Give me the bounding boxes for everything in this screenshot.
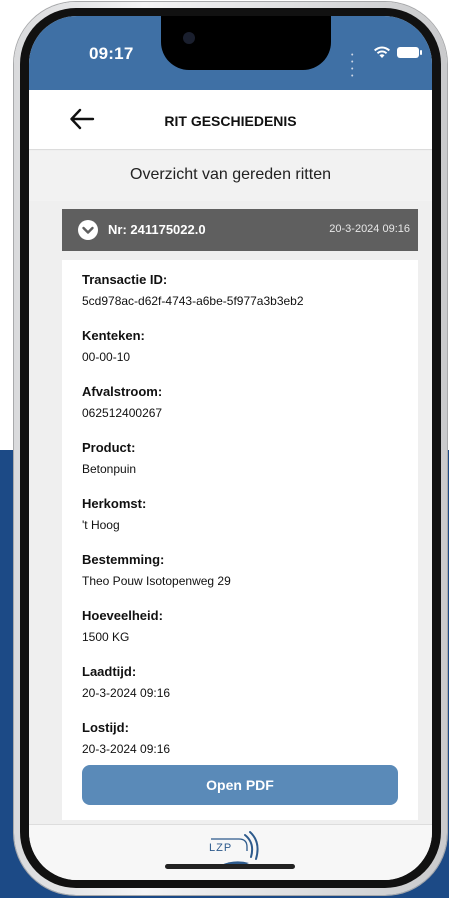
- field-value: 20-3-2024 09:16: [82, 742, 171, 756]
- camera-icon: [183, 32, 195, 44]
- nav-bar: RIT GESCHIEDENIS: [29, 90, 432, 150]
- notch: [161, 16, 331, 70]
- field-transactie-id: Transactie ID: 5cd978ac-d62f-4743-a6be-5…: [82, 272, 304, 308]
- trip-number: Nr: 241175022.0: [108, 222, 206, 237]
- status-time: 09:17: [89, 44, 134, 63]
- home-indicator: [165, 864, 295, 869]
- field-label: Bestemming:: [82, 552, 165, 567]
- footer-bar: LZP: [29, 824, 432, 880]
- field-kenteken: Kenteken: 00-00-10: [82, 328, 145, 364]
- field-label: Afvalstroom:: [82, 384, 163, 399]
- field-herkomst: Herkomst: 't Hoog: [82, 496, 146, 532]
- field-product: Product: Betonpuin: [82, 440, 136, 476]
- field-value: 20-3-2024 09:16: [82, 686, 171, 700]
- field-label: Herkomst:: [82, 496, 147, 511]
- field-value: 00-00-10: [82, 350, 131, 364]
- trip-card-header[interactable]: Nr: 241175022.0 20-3-2024 09:16: [62, 209, 418, 251]
- page-subtitle: Overzicht van gereden ritten: [130, 166, 331, 183]
- status-bar: 09:17 • • • •: [29, 16, 432, 90]
- subtitle-bar: Overzicht van gereden ritten: [29, 151, 432, 201]
- field-label: Product:: [82, 440, 136, 455]
- chevron-down-icon[interactable]: [78, 220, 98, 240]
- field-value: Betonpuin: [82, 462, 137, 476]
- field-label: Transactie ID:: [82, 272, 168, 287]
- signal-icon: • • • •: [351, 52, 355, 80]
- trip-date: 20-3-2024 09:16: [329, 223, 410, 235]
- field-value: 062512400267: [82, 406, 163, 420]
- field-value: 5cd978ac-d62f-4743-a6be-5f977a3b3eb2: [82, 294, 304, 308]
- field-label: Hoeveelheid:: [82, 608, 163, 623]
- field-value: 1500 KG: [82, 630, 130, 644]
- wifi-icon: [374, 46, 390, 58]
- field-label: Lostijd:: [82, 720, 129, 735]
- field-value: Theo Pouw Isotopenweg 29: [82, 574, 231, 588]
- field-hoeveelheid: Hoeveelheid: 1500 KG: [82, 608, 163, 644]
- field-bestemming: Bestemming: Theo Pouw Isotopenweg 29: [82, 552, 231, 588]
- open-pdf-button[interactable]: Open PDF: [82, 765, 398, 805]
- field-laadtijd: Laadtijd: 20-3-2024 09:16: [82, 664, 170, 700]
- app-screen: 09:17 • • • • RIT GESCHIEDENIS Overzicht…: [29, 16, 432, 880]
- field-label: Kenteken:: [82, 328, 145, 343]
- field-label: Laadtijd:: [82, 664, 137, 679]
- page-title: RIT GESCHIEDENIS: [164, 113, 297, 129]
- field-value: 't Hoog: [82, 518, 120, 532]
- battery-icon: [397, 47, 422, 58]
- field-afvalstroom: Afvalstroom: 062512400267: [82, 384, 162, 420]
- field-lostijd: Lostijd: 20-3-2024 09:16: [82, 720, 170, 756]
- trip-details: Transactie ID: 5cd978ac-d62f-4743-a6be-5…: [62, 260, 418, 820]
